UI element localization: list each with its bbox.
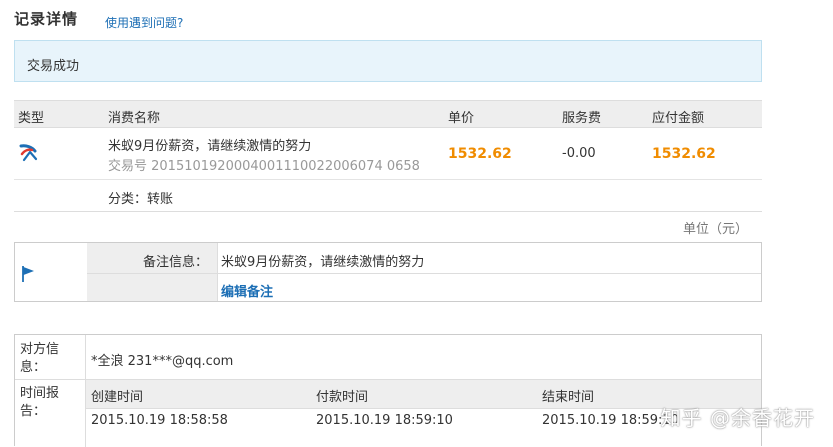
flag-icon xyxy=(21,265,37,287)
consumption-name: 米蚁9月份薪资，请继续激情的努力 xyxy=(108,139,312,154)
page-title: 记录详情 xyxy=(14,10,79,28)
table-header: 类型 消费名称 单价 服务费 应付金额 xyxy=(14,100,762,128)
column-header-type: 类型 xyxy=(18,111,45,126)
category-row: 分类：转账 xyxy=(14,180,762,212)
created-time-header: 创建时间 xyxy=(91,390,144,405)
payment-time-header: 付款时间 xyxy=(316,390,369,405)
note-flag-cell xyxy=(15,243,88,301)
time-report-label: 时间报告： xyxy=(20,386,60,419)
service-fee: -0.00 xyxy=(562,146,596,161)
note-value: 米蚁9月份薪资，请继续激情的努力 xyxy=(221,255,425,270)
counterparty-panel: 对方信息： *全浪 231***@qq.com 时间报告： 创建时间 付款时间 … xyxy=(14,334,762,447)
column-header-unit-price: 单价 xyxy=(448,111,475,126)
note-panel: 备注信息： 米蚁9月份薪资，请继续激情的努力 编辑备注 xyxy=(14,242,762,302)
status-banner: 交易成功 xyxy=(14,40,762,82)
status-text: 交易成功 xyxy=(27,59,80,74)
edit-note-link[interactable]: 编辑备注 xyxy=(221,281,273,300)
counterparty-label: 对方信息： xyxy=(20,342,60,375)
column-header-name: 消费名称 xyxy=(108,111,161,126)
trade-number: 交易号 2015101920004001110022006074 0658 xyxy=(108,159,420,174)
column-header-service-fee: 服务费 xyxy=(562,111,602,126)
created-time-value: 2015.10.19 18:58:58 xyxy=(91,413,228,428)
end-time-value: 2015.10.19 18:59:10 xyxy=(542,413,679,428)
watermark: 知乎 @余香花开 xyxy=(660,406,815,430)
counterparty-value: *全浪 231***@qq.com xyxy=(91,354,234,369)
transfer-type-icon xyxy=(18,142,40,168)
unit-price: 1532.62 xyxy=(448,146,512,162)
payment-time-value: 2015.10.19 18:59:10 xyxy=(316,413,453,428)
column-header-amount-due: 应付金额 xyxy=(652,111,705,126)
table-row: 米蚁9月份薪资，请继续激情的努力 交易号 2015101920004001110… xyxy=(14,128,762,180)
help-link[interactable]: 使用遇到问题? xyxy=(105,14,183,31)
end-time-header: 结束时间 xyxy=(542,390,595,405)
unit-label: 单位（元） xyxy=(682,222,748,237)
amount-due: 1532.62 xyxy=(652,146,716,162)
category-label: 分类：转账 xyxy=(108,192,174,207)
note-label: 备注信息： xyxy=(143,255,209,270)
